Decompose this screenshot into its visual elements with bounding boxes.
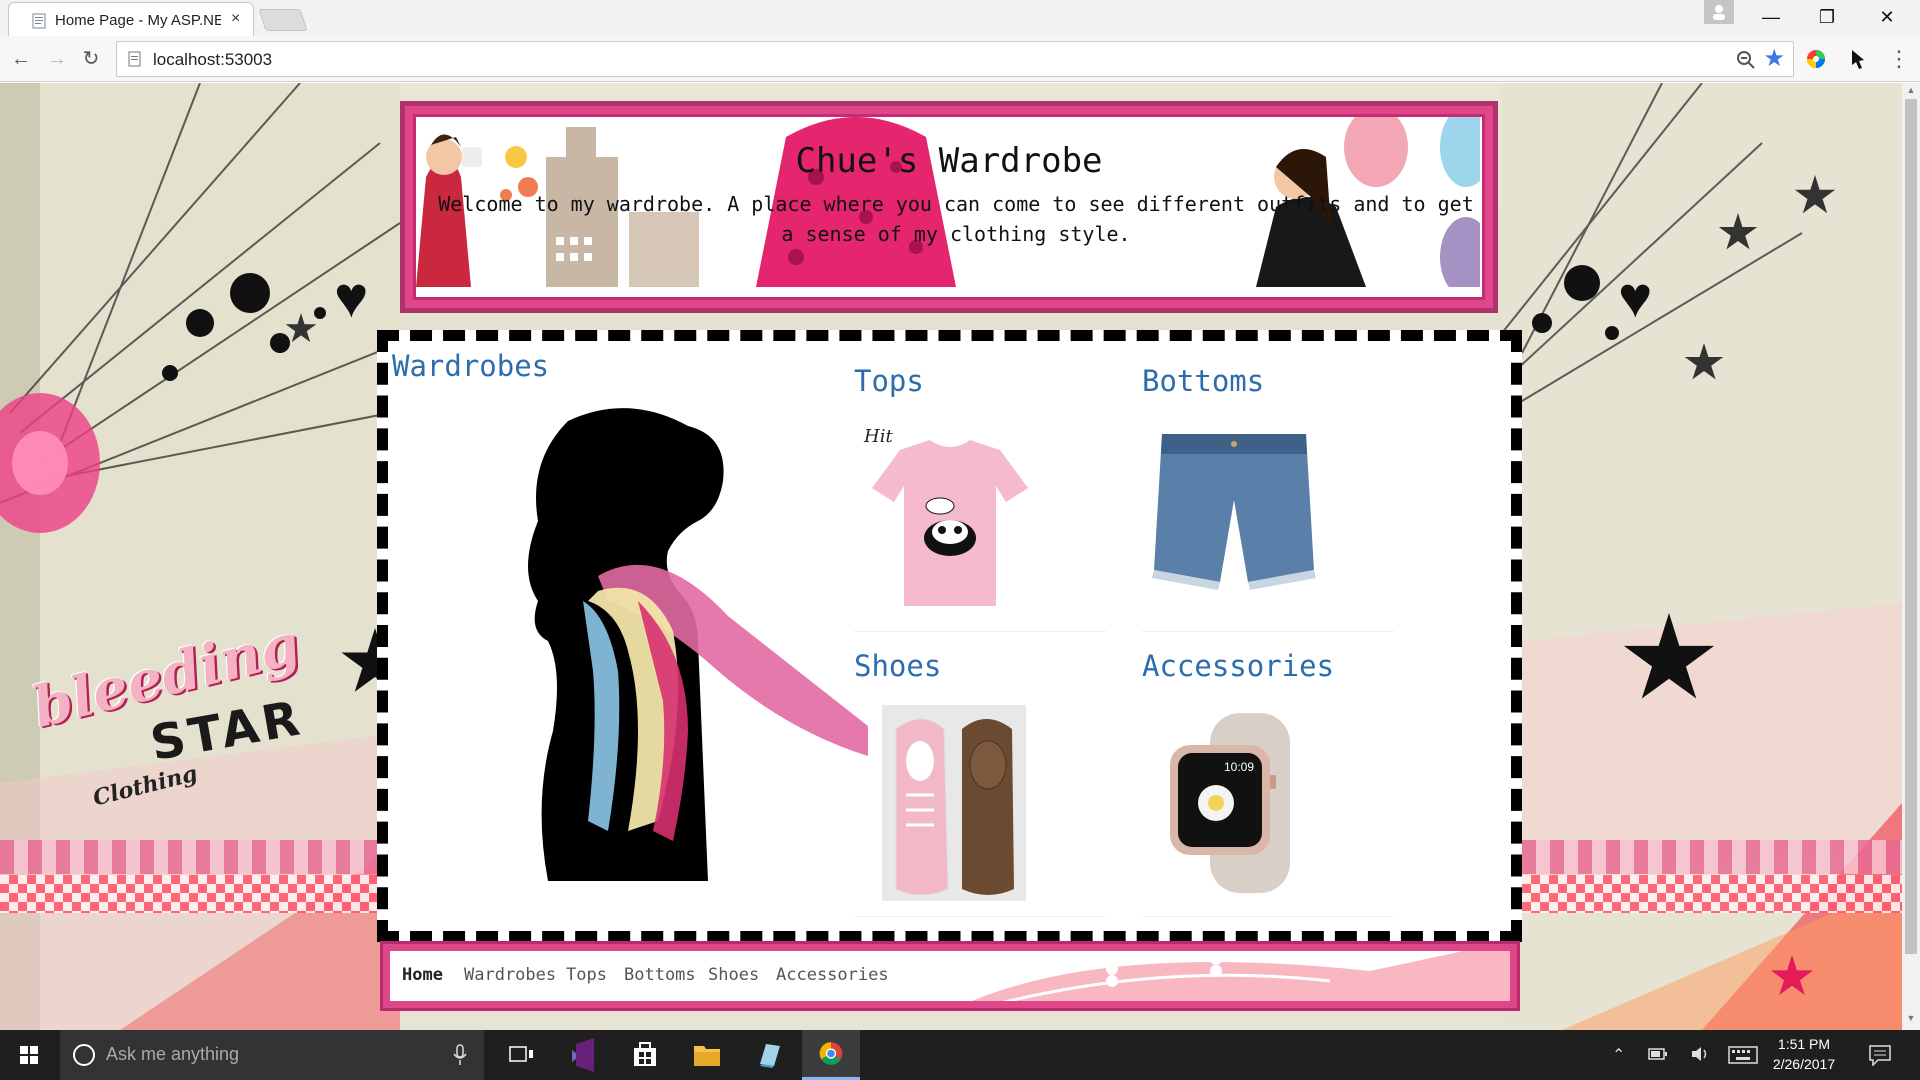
wardrobes-heading[interactable]: Wardrobes <box>392 349 549 383</box>
battery-icon[interactable] <box>1648 1047 1668 1061</box>
action-center-icon[interactable] <box>1868 1044 1892 1066</box>
address-bar[interactable]: localhost:53003 ★ <box>116 41 1794 77</box>
heart-decoration-icon: ♥ <box>334 265 369 330</box>
windows-taskbar: Ask me anything ⌃ 1:51 PM 2/26/2017 <box>0 1030 1920 1080</box>
category-tops[interactable]: Tops Hit <box>854 364 1106 632</box>
category-accessories[interactable]: Accessories 10:09 <box>1142 649 1394 917</box>
category-bottoms[interactable]: Bottoms <box>1142 364 1394 632</box>
header-banner-inner: Chue's Wardrobe Welcome to my wardrobe. … <box>413 114 1485 300</box>
pink-sneakers-image[interactable] <box>882 705 1026 901</box>
app-icon[interactable] <box>740 1030 798 1080</box>
bottoms-heading[interactable]: Bottoms <box>1142 364 1264 398</box>
reload-icon[interactable]: ↻ <box>78 46 104 72</box>
pink-stripe-band <box>1522 840 1902 874</box>
tab-title: Home Page - My ASP.NE <box>55 12 221 29</box>
microphone-icon[interactable] <box>452 1044 468 1066</box>
zoom-icon[interactable] <box>1735 49 1757 71</box>
cortana-icon <box>73 1044 95 1066</box>
color-wheel-extension-icon[interactable] <box>1804 47 1828 71</box>
category-shoes[interactable]: Shoes <box>854 649 1106 917</box>
url-text[interactable]: localhost:53003 <box>153 50 272 70</box>
svg-text:Hit: Hit <box>863 426 893 447</box>
clock-date[interactable]: 2/26/2017 <box>1758 1056 1850 1072</box>
taskbar-search-box[interactable]: Ask me anything <box>60 1030 484 1080</box>
shoes-heading[interactable]: Shoes <box>854 649 941 683</box>
site-subtitle: Welcome to my wardrobe. A place where yo… <box>438 192 1474 246</box>
page-info-icon[interactable] <box>127 51 143 67</box>
nav-accessories[interactable]: Accessories <box>776 965 889 985</box>
browser-tab[interactable]: Home Page - My ASP.NE × <box>8 2 254 36</box>
checker-band <box>1522 875 1902 913</box>
nav-shoes[interactable]: Shoes <box>708 965 759 985</box>
back-arrow-icon[interactable]: ← <box>8 46 34 72</box>
close-window-button[interactable]: ✕ <box>1864 0 1910 34</box>
show-hidden-icons-icon[interactable]: ⌃ <box>1612 1045 1625 1065</box>
page-icon <box>32 13 46 29</box>
nav-tops[interactable]: Tops <box>566 965 607 985</box>
windows-start-icon[interactable] <box>0 1030 58 1080</box>
tab-close-icon[interactable]: × <box>231 10 240 28</box>
file-explorer-icon[interactable] <box>678 1030 736 1080</box>
restore-button[interactable]: ❐ <box>1804 0 1850 34</box>
new-tab-button[interactable] <box>258 9 308 31</box>
header-banner: Chue's Wardrobe Welcome to my wardrobe. … <box>400 101 1498 313</box>
smartwatch-image[interactable]: 10:09 <box>1150 705 1330 901</box>
forward-arrow-icon[interactable]: → <box>44 46 70 72</box>
pink-stripe-band <box>0 840 380 874</box>
task-view-icon[interactable] <box>492 1030 550 1080</box>
pink-tshirt-image[interactable]: Hit <box>860 420 1040 616</box>
accessories-heading[interactable]: Accessories <box>1142 649 1334 683</box>
chrome-icon[interactable] <box>802 1030 860 1080</box>
search-placeholder: Ask me anything <box>106 1044 240 1064</box>
nav-home[interactable]: Home <box>402 965 443 985</box>
clock-time[interactable]: 1:51 PM <box>1758 1036 1850 1052</box>
site-navbar: Home Wardrobes Tops Bottoms Shoes Access… <box>380 941 1520 1011</box>
store-icon[interactable] <box>616 1030 674 1080</box>
site-navbar-inner: Home Wardrobes Tops Bottoms Shoes Access… <box>390 951 1510 1001</box>
tops-heading[interactable]: Tops <box>854 364 924 398</box>
scroll-down-arrow-icon[interactable]: ▼ <box>1904 1013 1918 1023</box>
heart-decoration-icon: ♥ <box>1618 265 1653 330</box>
svg-text:10:09: 10:09 <box>1224 760 1254 774</box>
site-title: Chue's Wardrobe <box>795 141 1103 181</box>
checker-band <box>0 875 380 913</box>
nav-wardrobes[interactable]: Wardrobes <box>464 965 556 985</box>
browser-toolbar: ← → ↻ localhost:53003 ★ ⋮ <box>0 36 1920 82</box>
volume-icon[interactable] <box>1690 1045 1712 1063</box>
nav-bottoms[interactable]: Bottoms <box>624 965 696 985</box>
denim-shorts-image[interactable] <box>1144 420 1324 616</box>
menu-dots-icon[interactable]: ⋮ <box>1886 46 1912 72</box>
keyboard-icon[interactable] <box>1728 1046 1758 1064</box>
main-content-box: Wardrobes Tops Hit Bottoms Shoes Accesso… <box>377 330 1522 942</box>
browser-titlebar: Home Page - My ASP.NE × — ❐ ✕ <box>0 0 1920 36</box>
user-profile-icon[interactable] <box>1704 0 1734 24</box>
visual-studio-icon[interactable] <box>554 1030 612 1080</box>
page-scrollbar[interactable]: ▲ ▼ <box>1902 83 1920 1030</box>
cursor-extension-icon[interactable] <box>1846 47 1870 71</box>
bookmark-star-icon[interactable]: ★ <box>1763 44 1785 74</box>
scrollbar-thumb[interactable] <box>1905 99 1917 954</box>
woman-silhouette-scarf-image[interactable] <box>458 401 878 881</box>
scroll-up-arrow-icon[interactable]: ▲ <box>1904 85 1918 95</box>
minimize-button[interactable]: — <box>1748 0 1794 34</box>
navbar-swirl-decoration <box>972 951 1510 1001</box>
